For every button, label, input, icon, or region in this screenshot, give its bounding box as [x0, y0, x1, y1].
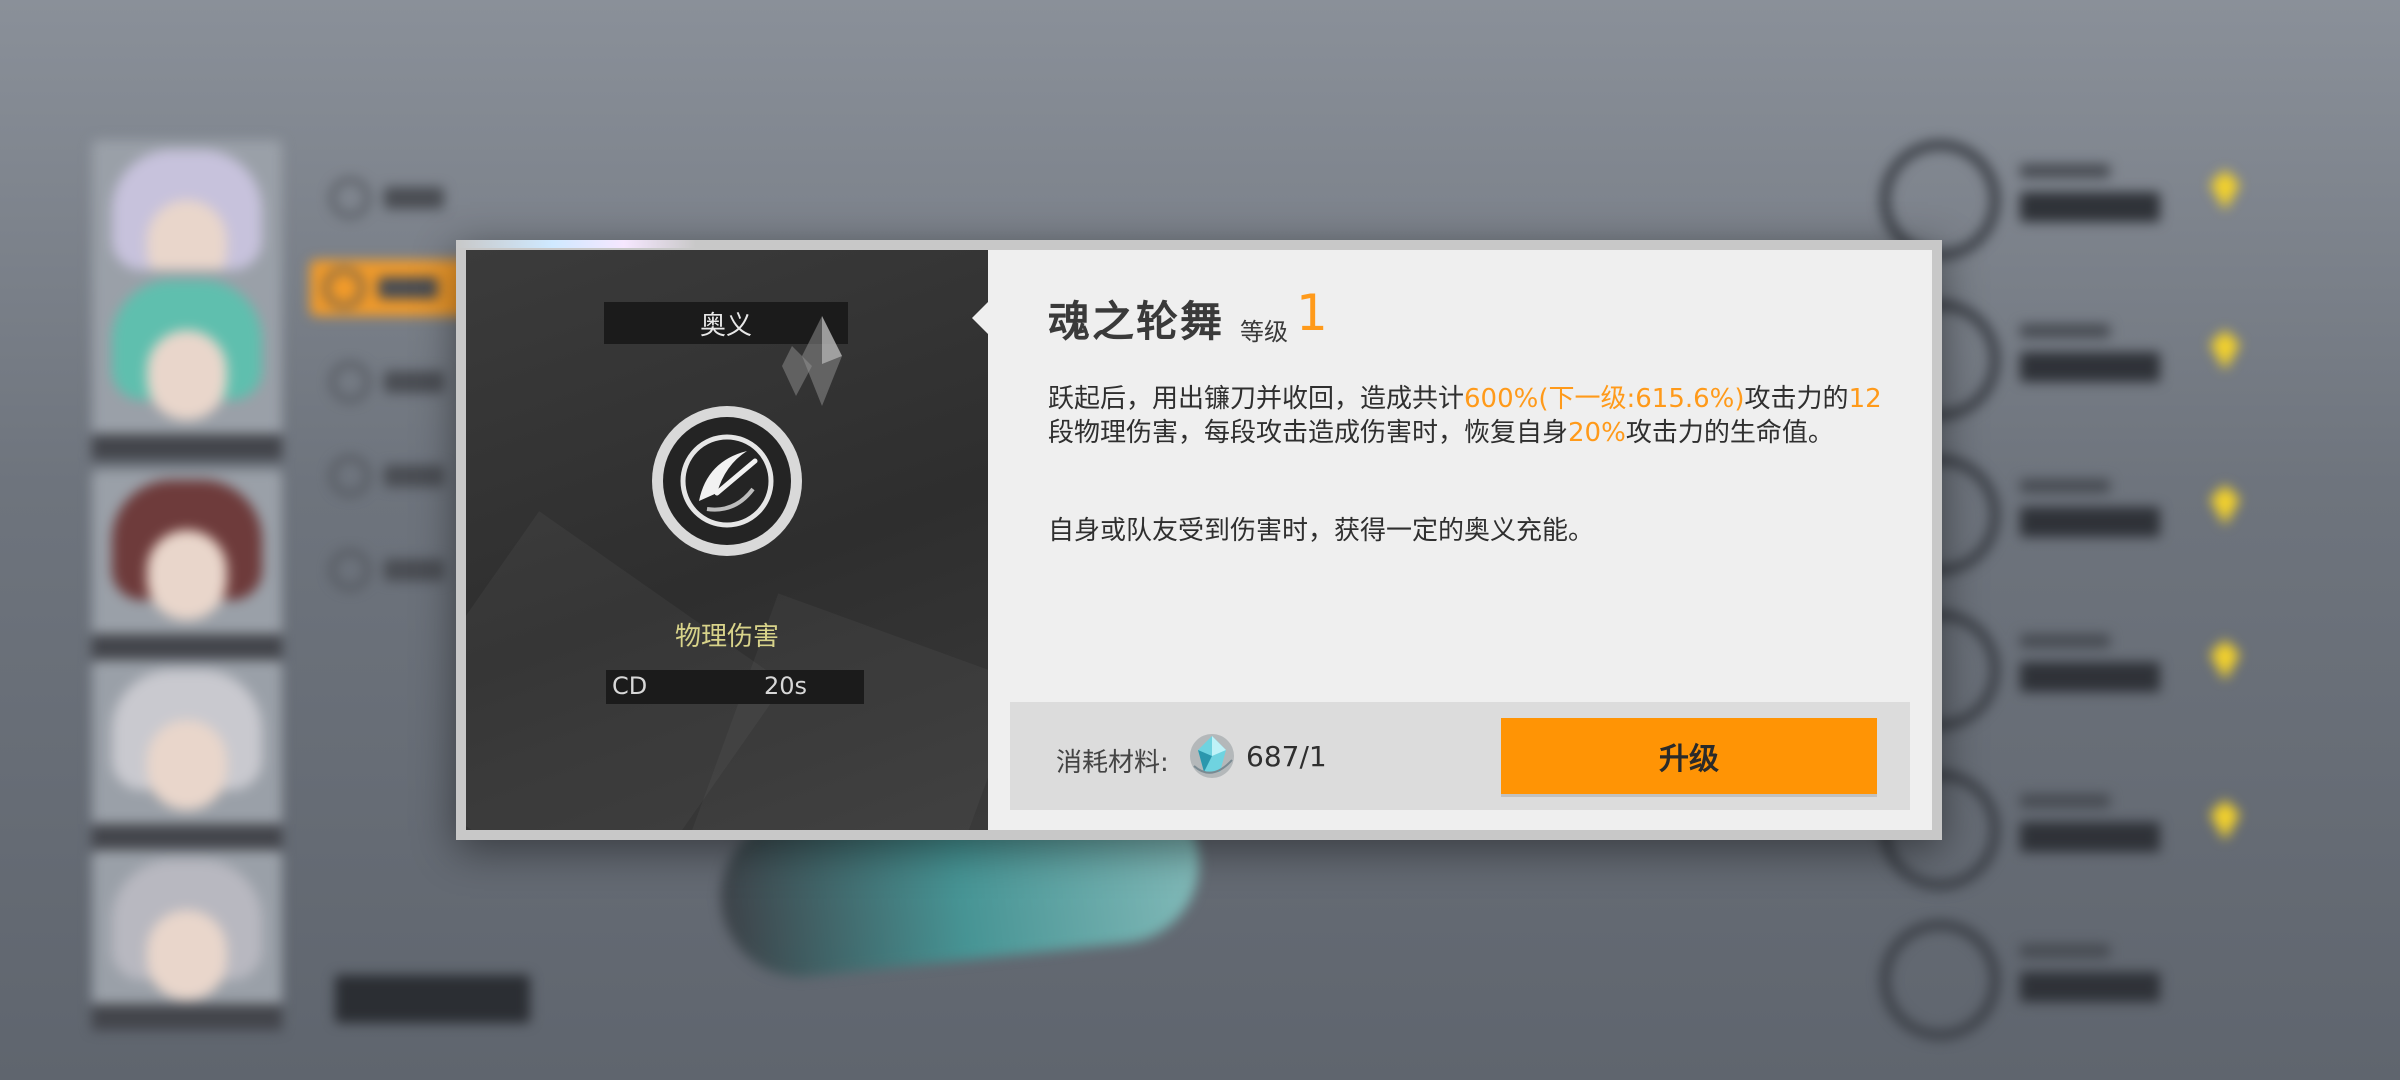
skill-icon [652, 406, 802, 556]
level-label: 等级 [1240, 318, 1288, 346]
skill-description: 跃起后，用出镰刀并收回，造成共计600%(下一级:615.6%)攻击力的12 段物… [1048, 382, 1888, 450]
skill-detail-panel: 魂之轮舞 等级 1 跃起后，用出镰刀并收回，造成共计600%(下一级:615.6… [972, 250, 1932, 830]
background-button[interactable] [335, 975, 530, 1023]
damage-type-label: 物理伤害 [674, 622, 779, 652]
hit-count-highlight: 12 [1848, 384, 1882, 414]
description-text: 跃起后，用出镰刀并收回，造成共计 [1048, 384, 1465, 414]
description-text: 段物理伤害，每段攻击造成伤害时，恢复自身 [1048, 418, 1569, 448]
material-count: 687/1 [1246, 740, 1327, 773]
upgrade-cost-bar: 消耗材料: 687/1 升级 [1010, 702, 1910, 810]
heal-percent-highlight: 20% [1568, 418, 1626, 448]
panel-pointer-arrow [972, 302, 988, 334]
skill-detail-modal: 奥义 物理伤害 CD 20s 魂之轮舞 等级 1 跃起后，用出镰刀并收回，造成共… [456, 240, 1942, 840]
level-value: 1 [1296, 284, 1328, 342]
cooldown-label: CD [612, 672, 648, 700]
description-text: 攻击力的 [1744, 384, 1849, 414]
side-menu-item[interactable] [330, 542, 470, 598]
modal-top-glow [456, 240, 696, 248]
cost-label: 消耗材料: [1056, 748, 1169, 778]
skill-summary-panel: 奥义 物理伤害 CD 20s [466, 250, 988, 830]
description-text: 攻击力的生命值。 [1625, 418, 1834, 448]
side-menu-item[interactable] [330, 170, 470, 226]
cooldown-bar: CD 20s [606, 670, 864, 704]
scythe-icon [680, 434, 774, 528]
game-screen: 奥义 物理伤害 CD 20s 魂之轮舞 等级 1 跃起后，用出镰刀并收回，造成共… [0, 0, 2400, 1080]
side-menu-item[interactable] [330, 354, 470, 410]
character-portrait[interactable] [92, 850, 282, 1030]
character-portrait[interactable] [92, 470, 282, 660]
crystal-decoration-icon [782, 316, 842, 406]
character-portrait[interactable] [92, 270, 282, 460]
cooldown-value: 20s [764, 672, 808, 700]
skill-description-secondary: 自身或队友受到伤害时，获得一定的奥义充能。 [1048, 516, 1595, 546]
damage-percent-highlight: 600%(下一级:615.6%) [1464, 384, 1745, 414]
upgrade-button[interactable]: 升级 [1501, 718, 1877, 794]
character-portrait[interactable] [92, 660, 282, 850]
skill-name: 魂之轮舞 [1048, 297, 1225, 346]
skill-list-item[interactable] [1880, 920, 2240, 1040]
crystal-material-icon [1190, 734, 1234, 778]
side-menu-item[interactable] [330, 448, 470, 504]
